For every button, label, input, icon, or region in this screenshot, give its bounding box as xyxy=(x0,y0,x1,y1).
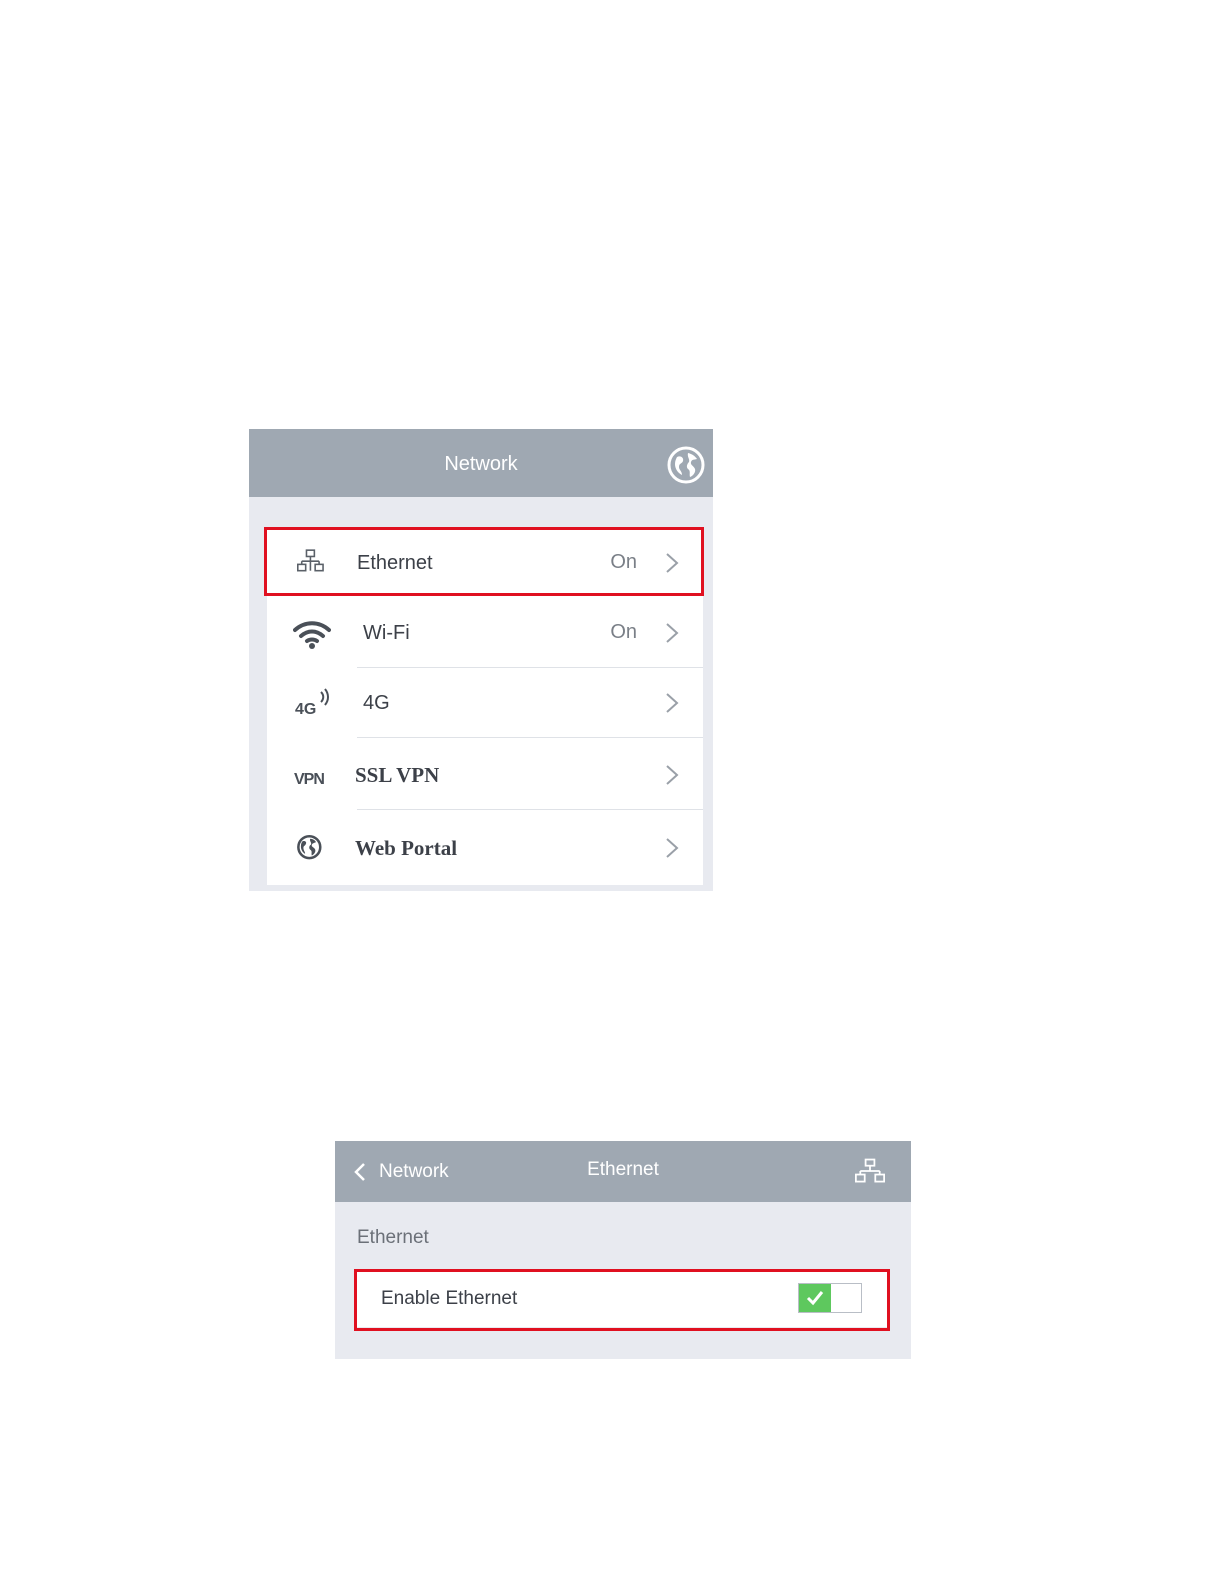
status-text: On xyxy=(610,621,637,643)
menu-item-wifi[interactable]: Wi-Fi On xyxy=(267,598,703,668)
menu-item-web-portal[interactable]: Web Portal xyxy=(267,813,703,883)
section-label: Ethernet xyxy=(357,1227,429,1248)
highlight-box-enable-ethernet xyxy=(354,1269,890,1331)
globe-icon[interactable] xyxy=(667,446,705,484)
menu-item-label: Wi-Fi xyxy=(363,622,410,644)
vpn-icon: VPN xyxy=(294,771,325,788)
svg-text:VPN: VPN xyxy=(294,771,324,788)
menu-item-4g[interactable]: 4G 4G xyxy=(267,668,703,738)
row-divider xyxy=(357,737,703,738)
highlight-box-ethernet xyxy=(264,527,704,596)
globe-icon xyxy=(297,834,322,860)
network-header: Network xyxy=(249,429,713,497)
chevron-right-icon xyxy=(666,765,679,785)
chevron-right-icon xyxy=(666,623,679,643)
4g-icon: 4G xyxy=(295,688,329,718)
ethernet-header: Network Ethernet xyxy=(335,1141,911,1202)
ethernet-icon xyxy=(855,1158,885,1183)
menu-item-label: Web Portal xyxy=(355,836,458,860)
menu-item-ssl-vpn[interactable]: VPN SSL VPN xyxy=(267,740,703,810)
chevron-right-icon xyxy=(666,838,679,858)
page-title: Network xyxy=(444,453,518,475)
wifi-icon xyxy=(293,621,331,649)
row-divider xyxy=(357,809,703,810)
menu-item-label: SSL VPN xyxy=(355,763,440,787)
page-title: Ethernet xyxy=(587,1159,659,1180)
menu-item-label: 4G xyxy=(363,692,390,714)
chevron-right-icon xyxy=(666,693,679,713)
svg-text:4G: 4G xyxy=(295,701,316,718)
network-panel: Network Ethernet On Wi-Fi On 4G 4G VPN S… xyxy=(249,429,713,891)
